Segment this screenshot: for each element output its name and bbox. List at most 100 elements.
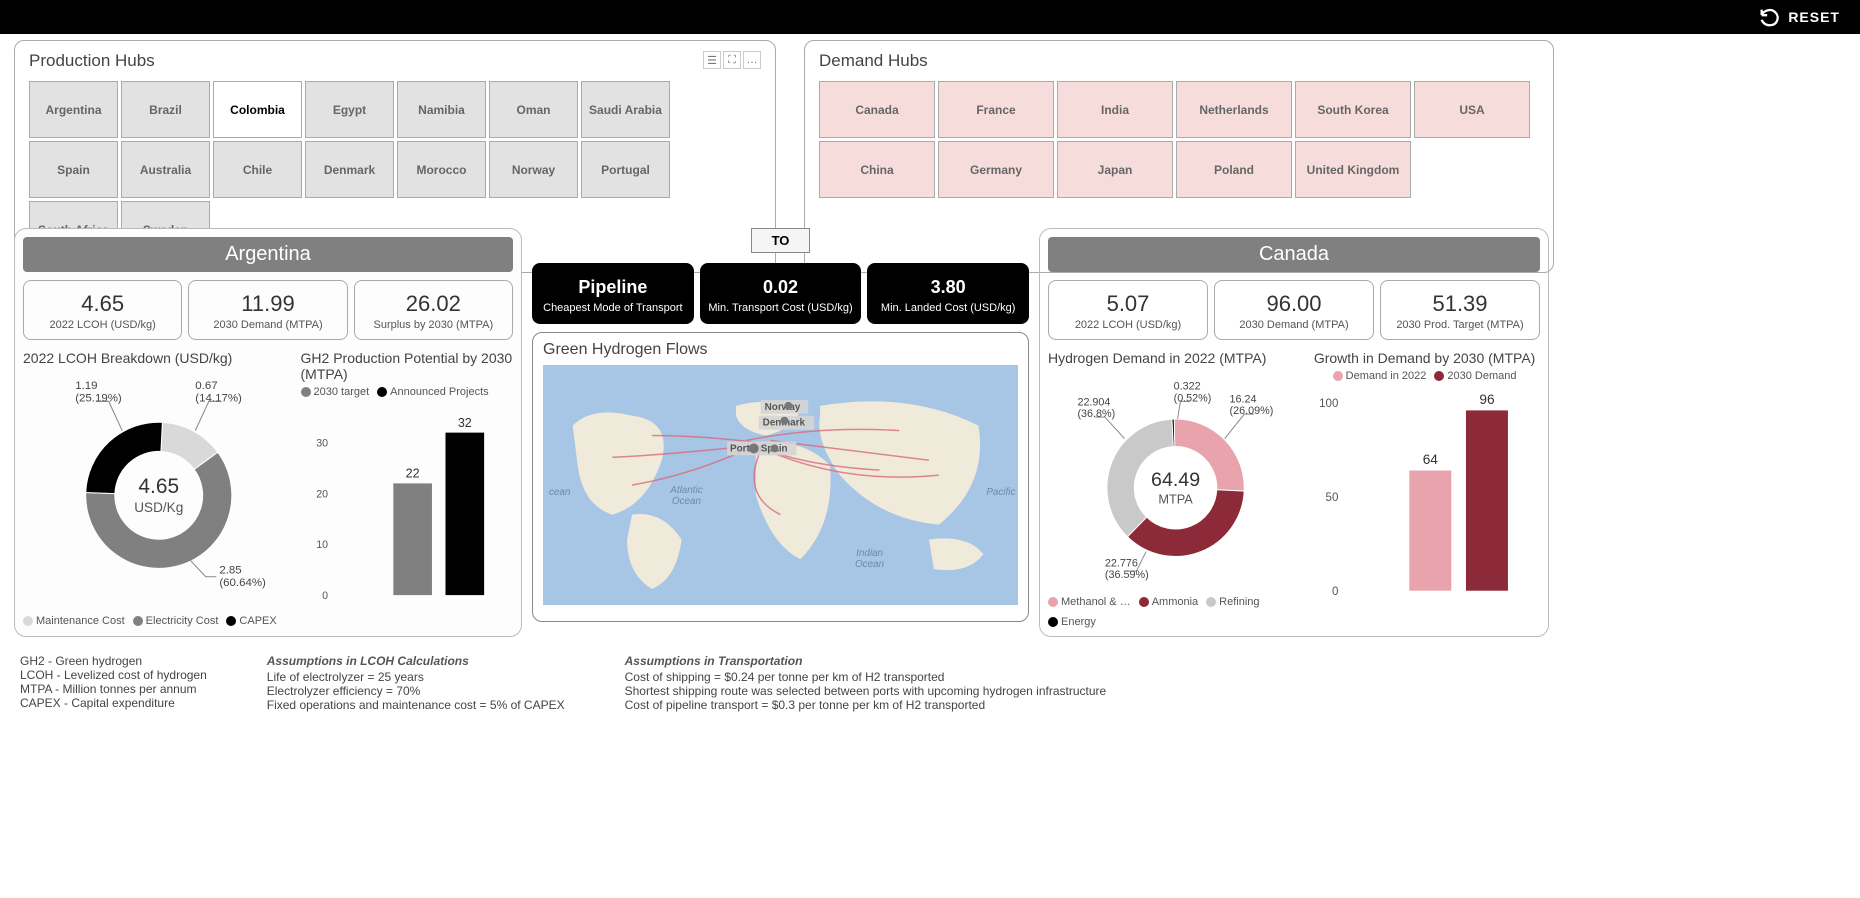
world-map[interactable]: Norway Denmark Portugal Spain cean Atlan… bbox=[543, 365, 1018, 605]
demand-donut-title: Hydrogen Demand in 2022 (MTPA) bbox=[1048, 350, 1303, 366]
production-hub-item[interactable]: Morocco bbox=[397, 141, 486, 198]
legend-swatch bbox=[1434, 371, 1444, 381]
kpi-card: PipelineCheapest Mode of Transport bbox=[532, 263, 694, 324]
footer-line: Shortest shipping route was selected bet… bbox=[625, 684, 1107, 698]
slice-label: 1.19(25.19%) bbox=[75, 380, 122, 405]
kpi-label: Surplus by 2030 (MTPA) bbox=[359, 319, 508, 331]
demand-hub-item[interactable]: USA bbox=[1414, 81, 1530, 138]
more-icon[interactable]: … bbox=[743, 51, 761, 69]
legend-label: Refining bbox=[1219, 596, 1259, 608]
production-hub-item[interactable]: Chile bbox=[213, 141, 302, 198]
svg-text:0: 0 bbox=[1332, 586, 1338, 598]
flows-map-panel: Green Hydrogen Flows bbox=[532, 332, 1029, 622]
demand-hub-item[interactable]: Poland bbox=[1176, 141, 1292, 198]
kpi-value: 3.80 bbox=[873, 277, 1023, 298]
lcoh-legend: Maintenance CostElectricity CostCAPEX bbox=[23, 615, 295, 627]
svg-text:4.65: 4.65 bbox=[138, 475, 179, 498]
demand-hub-item[interactable]: Japan bbox=[1057, 141, 1173, 198]
slice-label: 16.24(26.09%) bbox=[1230, 393, 1274, 417]
map-ocean-left: cean bbox=[549, 487, 571, 498]
svg-text:50: 50 bbox=[1326, 492, 1339, 504]
svg-text:64: 64 bbox=[1423, 452, 1439, 467]
kpi-value: 5.07 bbox=[1053, 291, 1203, 317]
production-hub-item[interactable]: Brazil bbox=[121, 81, 210, 138]
demand-hub-grid: CanadaFranceIndiaNetherlandsSouth KoreaU… bbox=[819, 81, 1539, 198]
to-badge: TO bbox=[751, 228, 811, 253]
demand-detail-header: Canada bbox=[1048, 237, 1540, 272]
svg-text:0: 0 bbox=[322, 590, 328, 602]
reset-button[interactable]: RESET bbox=[1788, 9, 1840, 25]
legend-swatch bbox=[1333, 371, 1343, 381]
map-atlantic-label: AtlanticOcean bbox=[669, 485, 702, 507]
bar[interactable] bbox=[393, 483, 432, 595]
kpi-card: 4.652022 LCOH (USD/kg) bbox=[23, 280, 182, 340]
kpi-label: 2022 LCOH (USD/kg) bbox=[1053, 319, 1203, 331]
legend-item: Ammonia bbox=[1139, 596, 1198, 608]
center-column: TO PipelineCheapest Mode of Transport0.0… bbox=[532, 228, 1029, 637]
demand-hub-item[interactable]: Netherlands bbox=[1176, 81, 1292, 138]
kpi-label: Min. Landed Cost (USD/kg) bbox=[873, 302, 1023, 314]
legend-label: Demand in 2022 bbox=[1346, 370, 1427, 382]
production-hub-item[interactable]: Norway bbox=[489, 141, 578, 198]
production-hub-item[interactable]: Egypt bbox=[305, 81, 394, 138]
production-hub-item[interactable]: Portugal bbox=[581, 141, 670, 198]
production-hub-item[interactable]: Denmark bbox=[305, 141, 394, 198]
bar[interactable] bbox=[445, 433, 484, 595]
legend-swatch bbox=[133, 616, 143, 626]
filter-icon[interactable]: ☰ bbox=[703, 51, 721, 69]
production-detail-panel: Argentina 4.652022 LCOH (USD/kg)11.99203… bbox=[14, 228, 522, 637]
footer-line: Cost of shipping = $0.24 per tonne per k… bbox=[625, 670, 1107, 684]
demand-hub-item[interactable]: India bbox=[1057, 81, 1173, 138]
legend-label: Methanol & … bbox=[1061, 596, 1131, 608]
growth-legend: Demand in 20222030 Demand bbox=[1309, 370, 1540, 382]
growth-bar-title: Growth in Demand by 2030 (MTPA) bbox=[1309, 350, 1540, 366]
svg-text:30: 30 bbox=[316, 438, 328, 450]
kpi-value: 26.02 bbox=[359, 291, 508, 317]
gh2-legend: 2030 target Announced Projects bbox=[301, 386, 513, 398]
demand-detail-panel: Canada 5.072022 LCOH (USD/kg)96.002030 D… bbox=[1039, 228, 1549, 637]
undo-icon[interactable] bbox=[1758, 6, 1780, 28]
svg-text:32: 32 bbox=[457, 416, 471, 430]
bar[interactable] bbox=[1466, 410, 1508, 590]
kpi-label: Cheapest Mode of Transport bbox=[538, 302, 688, 314]
legend-swatch bbox=[1048, 617, 1058, 627]
demand-hub-item[interactable]: Canada bbox=[819, 81, 935, 138]
legend-item: Methanol & … bbox=[1048, 596, 1131, 608]
production-hub-item[interactable]: Australia bbox=[121, 141, 210, 198]
demand-hub-item[interactable]: France bbox=[938, 81, 1054, 138]
legend-label: Electricity Cost bbox=[146, 615, 219, 627]
demand-hub-item[interactable]: South Korea bbox=[1295, 81, 1411, 138]
legend-item: 2030 target bbox=[301, 386, 370, 398]
footer-transport-assumptions: Assumptions in Transportation Cost of sh… bbox=[625, 654, 1107, 712]
demand-hub-item[interactable]: China bbox=[819, 141, 935, 198]
production-hub-item[interactable]: Colombia bbox=[213, 81, 302, 138]
legend-item: Energy bbox=[1048, 616, 1096, 628]
kpi-label: 2030 Demand (MTPA) bbox=[193, 319, 342, 331]
kpi-value: 96.00 bbox=[1219, 291, 1369, 317]
production-hub-item[interactable]: Spain bbox=[29, 141, 118, 198]
demand-hub-item[interactable]: United Kingdom bbox=[1295, 141, 1411, 198]
kpi-label: 2022 LCOH (USD/kg) bbox=[28, 319, 177, 331]
expand-icon[interactable]: ⛶ bbox=[723, 51, 741, 69]
kpi-card: 51.392030 Prod. Target (MTPA) bbox=[1380, 280, 1540, 340]
demand-hubs-title: Demand Hubs bbox=[819, 51, 1539, 71]
production-hubs-title: Production Hubs bbox=[29, 51, 761, 71]
demand-hub-item[interactable]: Germany bbox=[938, 141, 1054, 198]
production-hub-item[interactable]: Argentina bbox=[29, 81, 118, 138]
slice-label: 0.67(14.17%) bbox=[195, 380, 242, 405]
footer-trans-head: Assumptions in Transportation bbox=[625, 654, 1107, 668]
footer-line: CAPEX - Capital expenditure bbox=[20, 696, 207, 710]
production-hub-item[interactable]: Namibia bbox=[397, 81, 486, 138]
footer-lcoh-assumptions: Assumptions in LCOH Calculations Life of… bbox=[267, 654, 565, 712]
map-label-norway: Norway bbox=[765, 402, 801, 413]
production-hub-item[interactable]: Saudi Arabia bbox=[581, 81, 670, 138]
legend-item: Refining bbox=[1206, 596, 1259, 608]
gh2-bar-chart: 01020302232 bbox=[301, 400, 513, 612]
footer-line: Fixed operations and maintenance cost = … bbox=[267, 698, 565, 712]
legend-label: Announced Projects bbox=[390, 386, 488, 398]
footer-line: Electrolyzer efficiency = 70% bbox=[267, 684, 565, 698]
kpi-card: 5.07 2022 LCOH (USD/kg) bbox=[1048, 280, 1208, 340]
footer-line: MTPA - Million tonnes per annum bbox=[20, 682, 207, 696]
bar[interactable] bbox=[1409, 471, 1451, 591]
production-hub-item[interactable]: Oman bbox=[489, 81, 578, 138]
